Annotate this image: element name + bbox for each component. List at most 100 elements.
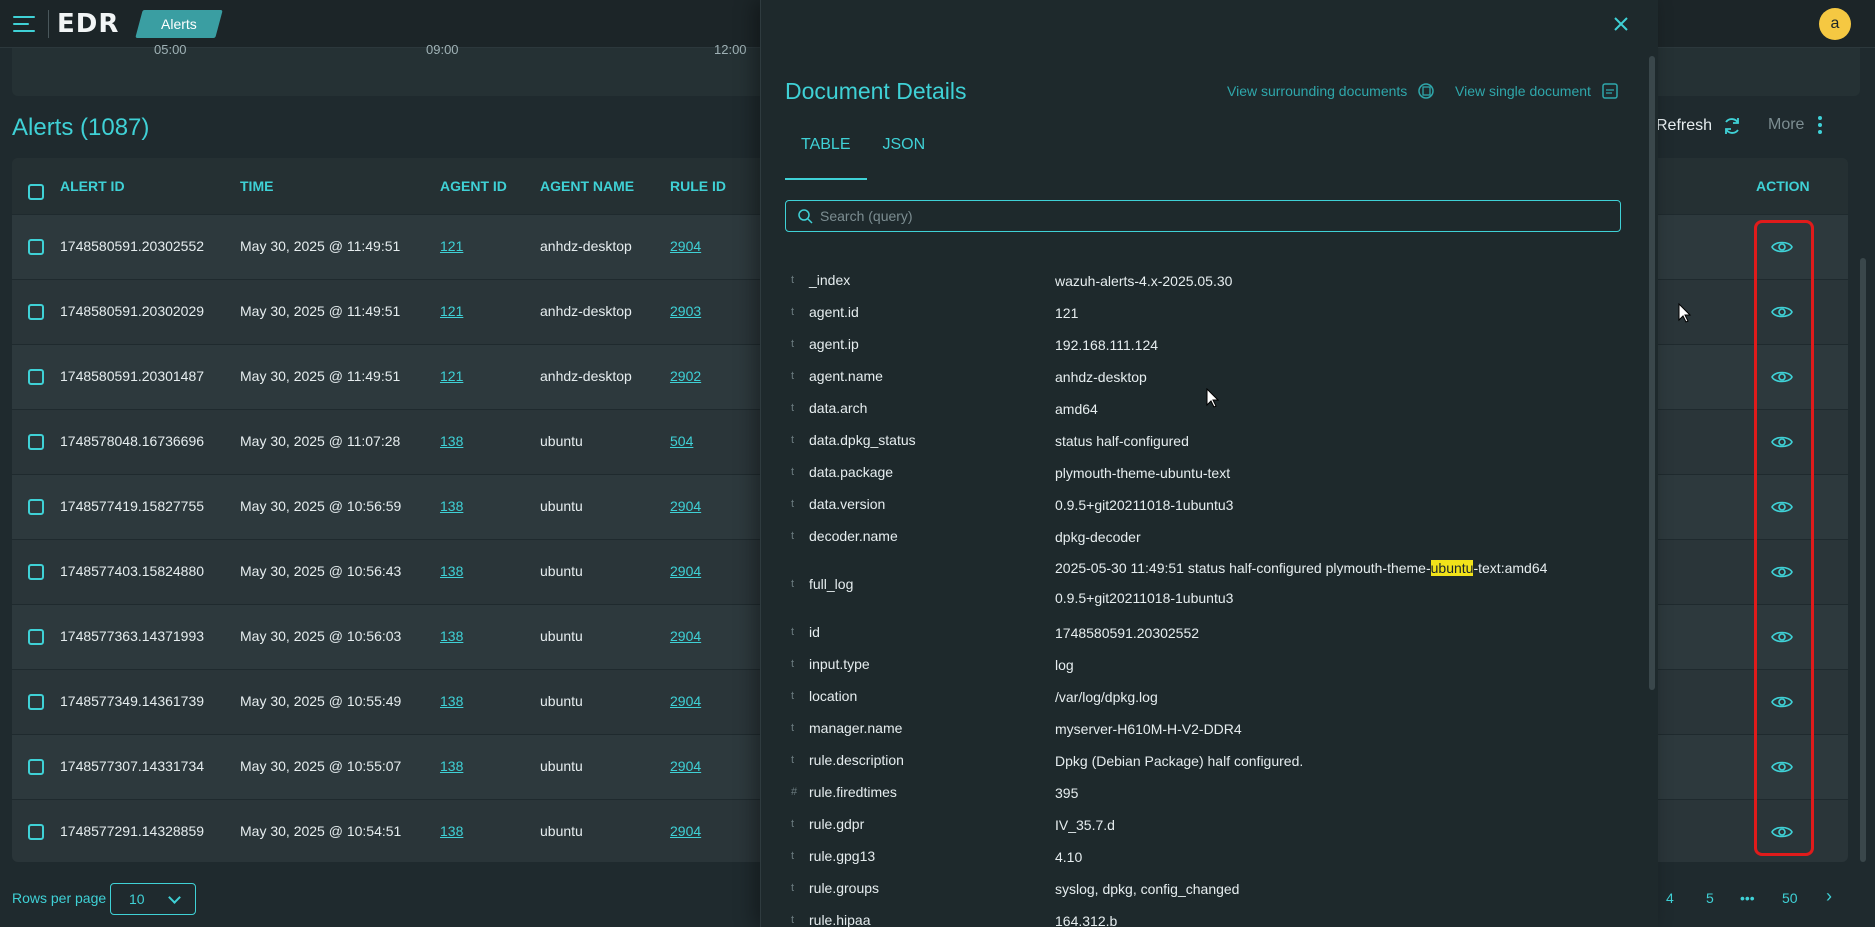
field-key: data.arch [809,400,868,416]
agent-name-cell: ubuntu [540,433,583,449]
alert-id-cell: 1748577307.14331734 [60,758,205,774]
page-50[interactable]: 50 [1782,890,1798,906]
field-type-icon: t [791,434,795,446]
agent-name-cell: ubuntu [540,823,583,839]
field-key: rule.firedtimes [809,784,897,800]
field-key: location [809,688,858,704]
rule-id-link[interactable]: 2904 [670,758,701,774]
view-surrounding-link[interactable]: View surrounding documents [1227,82,1435,100]
menu-icon[interactable] [0,0,48,48]
time-cell: May 30, 2025 @ 10:55:49 [240,693,402,709]
agent-id-link[interactable]: 138 [440,628,463,644]
field-value: /var/log/dpkg.log [1055,689,1158,705]
col-agent-name[interactable]: AGENT NAME [540,178,634,194]
tab-json[interactable]: JSON [867,136,942,180]
field-key: rule.hipaa [809,912,871,927]
row-checkbox[interactable] [28,499,44,515]
app-logo[interactable]: EDR [57,9,119,39]
rule-id-link[interactable]: 2903 [670,303,701,319]
rule-id-link[interactable]: 2902 [670,368,701,384]
agent-id-link[interactable]: 121 [440,303,463,319]
flyout-scrollbar[interactable] [1649,56,1655,690]
field-value-part: 2025-05-30 11:49:51 status half-configur… [1055,560,1431,576]
field-value: wazuh-alerts-4.x-2025.05.30 [1055,273,1233,289]
field-key: decoder.name [809,528,898,544]
page-4[interactable]: 4 [1666,890,1674,906]
view-single-link[interactable]: View single document [1455,82,1619,100]
col-agent-id[interactable]: AGENT ID [440,178,507,194]
field-type-icon: t [791,402,795,414]
close-icon[interactable] [1611,14,1631,34]
time-cell: May 30, 2025 @ 10:56:43 [240,563,402,579]
field-type-icon: t [791,498,795,510]
page-scrollbar[interactable] [1860,258,1866,862]
field-search-input[interactable]: Search (query) [785,200,1621,232]
flyout-title: Document Details [785,78,967,104]
row-checkbox[interactable] [28,629,44,645]
mouse-cursor-icon [1678,303,1692,323]
field-key: manager.name [809,720,903,736]
field-key: _index [809,272,851,288]
row-checkbox[interactable] [28,824,44,840]
agent-id-link[interactable]: 138 [440,758,463,774]
document-field-row: t _index wazuh-alerts-4.x-2025.05.30 [761,266,1641,298]
page-5[interactable]: 5 [1706,890,1714,906]
document-field-row: t location/var/log/dpkg.log [761,682,1641,714]
field-key: rule.description [809,752,904,768]
document-field-row: t decoder.name dpkg-decoder [761,522,1641,554]
field-value: 0.9.5+git20211018-1ubuntu3 [1055,497,1234,513]
agent-id-link[interactable]: 138 [440,498,463,514]
agent-id-link[interactable]: 121 [440,368,463,384]
field-type-icon: t [791,306,795,318]
document-details-flyout: Document Details View surrounding docume… [760,0,1658,927]
document-field-row: t data.package plymouth-theme-ubuntu-text [761,458,1641,490]
col-time[interactable]: TIME [240,178,273,194]
search-icon [798,209,813,224]
breadcrumb-alerts[interactable]: Alerts [135,9,223,38]
user-avatar[interactable]: a [1819,8,1851,40]
agent-id-link[interactable]: 138 [440,823,463,839]
rule-id-link[interactable]: 2904 [670,563,701,579]
document-field-row: t full_log 2025-05-30 11:49:51 status half… [761,554,1641,618]
field-key: agent.ip [809,336,859,352]
rule-id-link[interactable]: 504 [670,433,693,449]
col-rule-id[interactable]: RULE ID [670,178,726,194]
logo-divider [48,9,49,38]
agent-id-link[interactable]: 138 [440,433,463,449]
more-button[interactable]: More [1768,116,1823,134]
refresh-button[interactable]: Refresh [1656,116,1742,136]
field-value: dpkg-decoder [1055,529,1141,545]
row-checkbox[interactable] [28,434,44,450]
surrounding-documents-icon [1418,83,1435,99]
field-type-icon: t [791,338,795,350]
row-checkbox[interactable] [28,564,44,580]
agent-id-link[interactable]: 121 [440,238,463,254]
document-field-row: t id 1748580591.20302552 [761,618,1641,650]
next-page-button[interactable]: › [1826,886,1832,907]
alert-id-cell: 1748577349.14361739 [60,693,205,709]
agent-name-cell: anhdz-desktop [540,303,632,319]
time-cell: May 30, 2025 @ 10:56:03 [240,628,402,644]
field-value: 1748580591.20302552 [1055,625,1200,641]
row-checkbox[interactable] [28,369,44,385]
field-value: IV_35.7.d [1055,817,1115,833]
rule-id-link[interactable]: 2904 [670,823,701,839]
field-value: 2025-05-30 11:49:51 status half-configur… [1055,553,1641,613]
col-alert-id[interactable]: ALERT ID [60,178,125,194]
view-single-label: View single document [1455,83,1591,99]
tab-table[interactable]: TABLE [785,136,867,180]
rows-per-page-value: 10 [129,891,145,907]
row-checkbox[interactable] [28,304,44,320]
rule-id-link[interactable]: 2904 [670,693,701,709]
agent-id-link[interactable]: 138 [440,693,463,709]
rule-id-link[interactable]: 2904 [670,628,701,644]
row-checkbox[interactable] [28,759,44,775]
row-checkbox[interactable] [28,239,44,255]
row-checkbox[interactable] [28,694,44,710]
rule-id-link[interactable]: 2904 [670,238,701,254]
time-cell: May 30, 2025 @ 11:49:51 [240,303,401,319]
agent-id-link[interactable]: 138 [440,563,463,579]
rows-per-page-select[interactable]: 10 [110,883,196,915]
select-all-checkbox[interactable] [28,184,44,200]
rule-id-link[interactable]: 2904 [670,498,701,514]
